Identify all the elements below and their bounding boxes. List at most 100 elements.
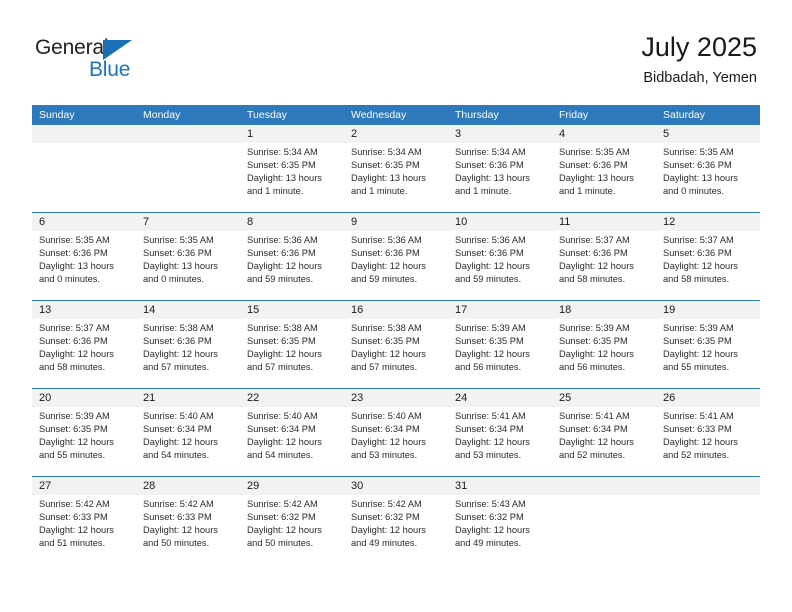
- sunset-text: Sunset: 6:35 PM: [455, 336, 524, 347]
- sunset-text: Sunset: 6:36 PM: [143, 248, 212, 259]
- day-number: 9: [344, 213, 448, 231]
- calendar-day-cell[interactable]: 21 Sunrise: 5:40 AM Sunset: 6:34 PM Dayligh…: [136, 389, 240, 476]
- daylight-text-line2: and 58 minutes.: [663, 274, 730, 285]
- day-details: Sunrise: 5:38 AM Sunset: 6:35 PM Daylight:…: [240, 319, 344, 374]
- calendar-day-cell[interactable]: 18 Sunrise: 5:39 AM Sunset: 6:35 PM Dayligh…: [552, 301, 656, 388]
- calendar-day-cell[interactable]: 16 Sunrise: 5:38 AM Sunset: 6:35 PM Dayligh…: [344, 301, 448, 388]
- calendar-day-cell[interactable]: 8 Sunrise: 5:36 AM Sunset: 6:36 PM Daylight…: [240, 213, 344, 300]
- calendar-day-cell[interactable]: 14 Sunrise: 5:38 AM Sunset: 6:36 PM Dayligh…: [136, 301, 240, 388]
- sunrise-text: Sunrise: 5:39 AM: [455, 323, 526, 333]
- day-number: 25: [552, 389, 656, 407]
- day-number: 6: [32, 213, 136, 231]
- sunset-text: Sunset: 6:34 PM: [247, 424, 316, 435]
- calendar-day-cell[interactable]: 15 Sunrise: 5:38 AM Sunset: 6:35 PM Dayligh…: [240, 301, 344, 388]
- calendar-day-cell[interactable]: 27 Sunrise: 5:42 AM Sunset: 6:33 PM Dayligh…: [32, 477, 136, 564]
- sunset-text: Sunset: 6:36 PM: [39, 248, 108, 259]
- daylight-text-line2: and 49 minutes.: [455, 538, 522, 549]
- calendar-day-cell[interactable]: 29 Sunrise: 5:42 AM Sunset: 6:32 PM Dayligh…: [240, 477, 344, 564]
- daylight-text-line1: Daylight: 12 hours: [559, 437, 634, 448]
- sunset-text: Sunset: 6:36 PM: [247, 248, 316, 259]
- calendar-day-cell[interactable]: 22 Sunrise: 5:40 AM Sunset: 6:34 PM Dayligh…: [240, 389, 344, 476]
- daylight-text-line2: and 51 minutes.: [39, 538, 106, 549]
- calendar-day-cell[interactable]: 3 Sunrise: 5:34 AM Sunset: 6:36 PM Daylight…: [448, 125, 552, 212]
- calendar-week-row: 20 Sunrise: 5:39 AM Sunset: 6:35 PM Dayligh…: [32, 388, 760, 476]
- sunrise-text: Sunrise: 5:37 AM: [39, 323, 110, 333]
- day-details: Sunrise: 5:35 AM Sunset: 6:36 PM Daylight:…: [552, 143, 656, 198]
- calendar-day-cell[interactable]: 10 Sunrise: 5:36 AM Sunset: 6:36 PM Dayligh…: [448, 213, 552, 300]
- calendar-day-cell[interactable]: 13 Sunrise: 5:37 AM Sunset: 6:36 PM Dayligh…: [32, 301, 136, 388]
- sunset-text: Sunset: 6:36 PM: [351, 248, 420, 259]
- calendar-day-cell[interactable]: 25 Sunrise: 5:41 AM Sunset: 6:34 PM Dayligh…: [552, 389, 656, 476]
- day-details: Sunrise: 5:36 AM Sunset: 6:36 PM Daylight:…: [344, 231, 448, 286]
- calendar-day-cell[interactable]: 31 Sunrise: 5:43 AM Sunset: 6:32 PM Dayligh…: [448, 477, 552, 564]
- logo-text-blue: Blue: [89, 58, 131, 81]
- sunset-text: Sunset: 6:35 PM: [663, 336, 732, 347]
- calendar-day-cell[interactable]: 5 Sunrise: 5:35 AM Sunset: 6:36 PM Daylight…: [656, 125, 760, 212]
- day-number: 13: [32, 301, 136, 319]
- daylight-text-line1: Daylight: 12 hours: [559, 349, 634, 360]
- calendar-day-cell[interactable]: 9 Sunrise: 5:36 AM Sunset: 6:36 PM Daylight…: [344, 213, 448, 300]
- daylight-text-line2: and 49 minutes.: [351, 538, 418, 549]
- calendar-day-cell[interactable]: 11 Sunrise: 5:37 AM Sunset: 6:36 PM Dayligh…: [552, 213, 656, 300]
- daylight-text-line1: Daylight: 12 hours: [351, 437, 426, 448]
- calendar-day-cell[interactable]: 17 Sunrise: 5:39 AM Sunset: 6:35 PM Dayligh…: [448, 301, 552, 388]
- day-details: Sunrise: 5:42 AM Sunset: 6:32 PM Daylight:…: [240, 495, 344, 550]
- title-block: July 2025 Bidbadah, Yemen: [641, 30, 757, 89]
- day-details: Sunrise: 5:42 AM Sunset: 6:33 PM Daylight:…: [136, 495, 240, 550]
- daylight-text-line2: and 57 minutes.: [143, 362, 210, 373]
- daylight-text-line2: and 57 minutes.: [247, 362, 314, 373]
- day-number: 2: [344, 125, 448, 143]
- sunset-text: Sunset: 6:34 PM: [455, 424, 524, 435]
- daylight-text-line2: and 59 minutes.: [351, 274, 418, 285]
- sunrise-text: Sunrise: 5:35 AM: [559, 147, 630, 157]
- calendar-day-cell[interactable]: 20 Sunrise: 5:39 AM Sunset: 6:35 PM Dayligh…: [32, 389, 136, 476]
- weekday-header-monday: Monday: [143, 109, 181, 121]
- calendar-day-cell[interactable]: 19 Sunrise: 5:39 AM Sunset: 6:35 PM Dayligh…: [656, 301, 760, 388]
- calendar-empty-cell: [656, 477, 760, 564]
- sunset-text: Sunset: 6:36 PM: [39, 336, 108, 347]
- day-number: 4: [552, 125, 656, 143]
- sunset-text: Sunset: 6:33 PM: [39, 512, 108, 523]
- day-details: Sunrise: 5:35 AM Sunset: 6:36 PM Daylight:…: [136, 231, 240, 286]
- daylight-text-line2: and 53 minutes.: [351, 450, 418, 461]
- sunrise-text: Sunrise: 5:40 AM: [247, 411, 318, 421]
- daylight-text-line2: and 54 minutes.: [247, 450, 314, 461]
- day-details: Sunrise: 5:42 AM Sunset: 6:32 PM Daylight:…: [344, 495, 448, 550]
- daylight-text-line1: Daylight: 12 hours: [455, 261, 530, 272]
- calendar-day-cell[interactable]: 24 Sunrise: 5:41 AM Sunset: 6:34 PM Dayligh…: [448, 389, 552, 476]
- calendar-day-cell[interactable]: 12 Sunrise: 5:37 AM Sunset: 6:36 PM Dayligh…: [656, 213, 760, 300]
- page-subtitle-location: Bidbadah, Yemen: [643, 70, 757, 86]
- sunset-text: Sunset: 6:36 PM: [559, 248, 628, 259]
- daylight-text-line1: Daylight: 12 hours: [663, 437, 738, 448]
- day-details: Sunrise: 5:35 AM Sunset: 6:36 PM Daylight:…: [656, 143, 760, 198]
- daylight-text-line1: Daylight: 13 hours: [143, 261, 218, 272]
- daylight-text-line2: and 58 minutes.: [559, 274, 626, 285]
- sunrise-text: Sunrise: 5:34 AM: [247, 147, 318, 157]
- daylight-text-line1: Daylight: 12 hours: [351, 349, 426, 360]
- daylight-text-line1: Daylight: 13 hours: [663, 173, 738, 184]
- daylight-text-line1: Daylight: 13 hours: [247, 173, 322, 184]
- calendar-page: General Blue July 2025 Bidbadah, Yemen S…: [0, 0, 792, 612]
- sunset-text: Sunset: 6:35 PM: [39, 424, 108, 435]
- calendar-day-cell[interactable]: 23 Sunrise: 5:40 AM Sunset: 6:34 PM Dayligh…: [344, 389, 448, 476]
- calendar-day-cell[interactable]: 26 Sunrise: 5:41 AM Sunset: 6:33 PM Dayligh…: [656, 389, 760, 476]
- daylight-text-line2: and 53 minutes.: [455, 450, 522, 461]
- daylight-text-line1: Daylight: 12 hours: [455, 437, 530, 448]
- calendar-day-cell[interactable]: 4 Sunrise: 5:35 AM Sunset: 6:36 PM Daylight…: [552, 125, 656, 212]
- day-details: Sunrise: 5:39 AM Sunset: 6:35 PM Daylight:…: [32, 407, 136, 462]
- calendar-week-row: 6 Sunrise: 5:35 AM Sunset: 6:36 PM Daylight…: [32, 212, 760, 300]
- calendar-week-row: 27 Sunrise: 5:42 AM Sunset: 6:33 PM Dayligh…: [32, 476, 760, 564]
- sunset-text: Sunset: 6:36 PM: [455, 248, 524, 259]
- calendar-day-cell[interactable]: 7 Sunrise: 5:35 AM Sunset: 6:36 PM Daylight…: [136, 213, 240, 300]
- calendar-day-cell[interactable]: 2 Sunrise: 5:34 AM Sunset: 6:35 PM Daylight…: [344, 125, 448, 212]
- day-details: [32, 143, 136, 146]
- calendar-week-cells: 13 Sunrise: 5:37 AM Sunset: 6:36 PM Dayligh…: [32, 301, 760, 388]
- calendar-day-cell[interactable]: 1 Sunrise: 5:34 AM Sunset: 6:35 PM Daylight…: [240, 125, 344, 212]
- page-header: General Blue July 2025 Bidbadah, Yemen: [0, 0, 792, 104]
- calendar-day-cell[interactable]: 28 Sunrise: 5:42 AM Sunset: 6:33 PM Dayligh…: [136, 477, 240, 564]
- calendar-day-cell[interactable]: 30 Sunrise: 5:42 AM Sunset: 6:32 PM Dayligh…: [344, 477, 448, 564]
- day-details: [552, 495, 656, 498]
- calendar-day-cell[interactable]: 6 Sunrise: 5:35 AM Sunset: 6:36 PM Daylight…: [32, 213, 136, 300]
- sunrise-text: Sunrise: 5:42 AM: [247, 499, 318, 509]
- daylight-text-line1: Daylight: 12 hours: [143, 525, 218, 536]
